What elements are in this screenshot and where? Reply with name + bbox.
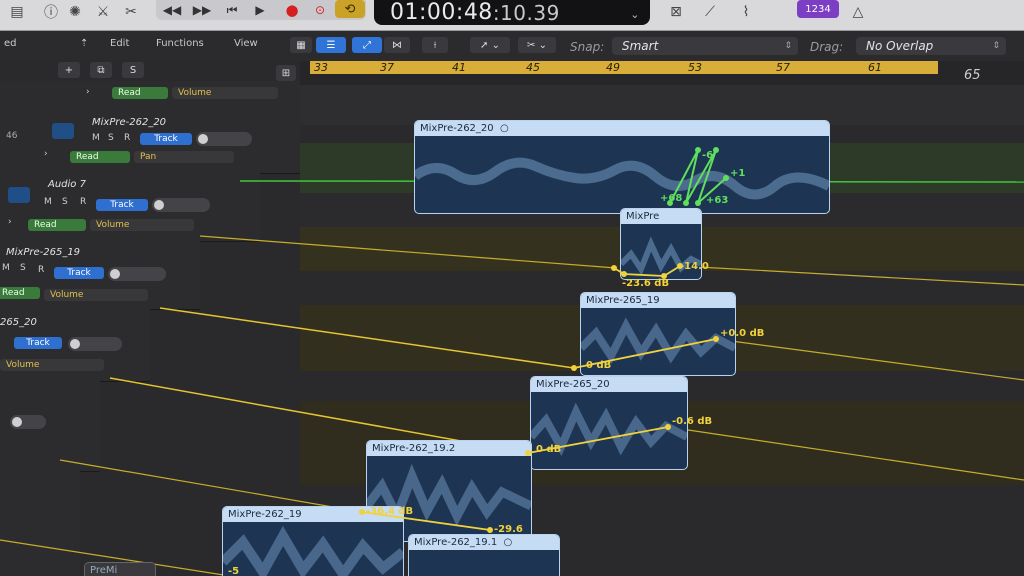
automation-value: 0 dB <box>586 360 612 371</box>
automation-value: +63 <box>706 195 729 206</box>
automation-value: 0 dB <box>536 444 562 455</box>
automation-value: -36.4 dB <box>366 506 414 517</box>
automation-value: +68 <box>660 193 683 204</box>
automation-value: -5 <box>228 566 240 576</box>
automation-value: -14.0 <box>680 261 709 272</box>
logic-pro-window: ▤ ⓘ ✺ ⚔ ✂ ◀◀ ▶▶ ⏮ ▶ ● ⊙ ⟲ 01:00:48:10.39… <box>0 0 1024 576</box>
automation-value: +0.0 dB <box>720 328 765 339</box>
automation-value: -0.6 dB <box>672 416 713 427</box>
automation-value: -29.6 <box>494 524 523 535</box>
automation-value: -23.6 dB <box>622 278 670 289</box>
automation-value: -6 <box>702 150 714 161</box>
automation-value: +1 <box>730 168 746 179</box>
automation-points <box>359 147 729 533</box>
